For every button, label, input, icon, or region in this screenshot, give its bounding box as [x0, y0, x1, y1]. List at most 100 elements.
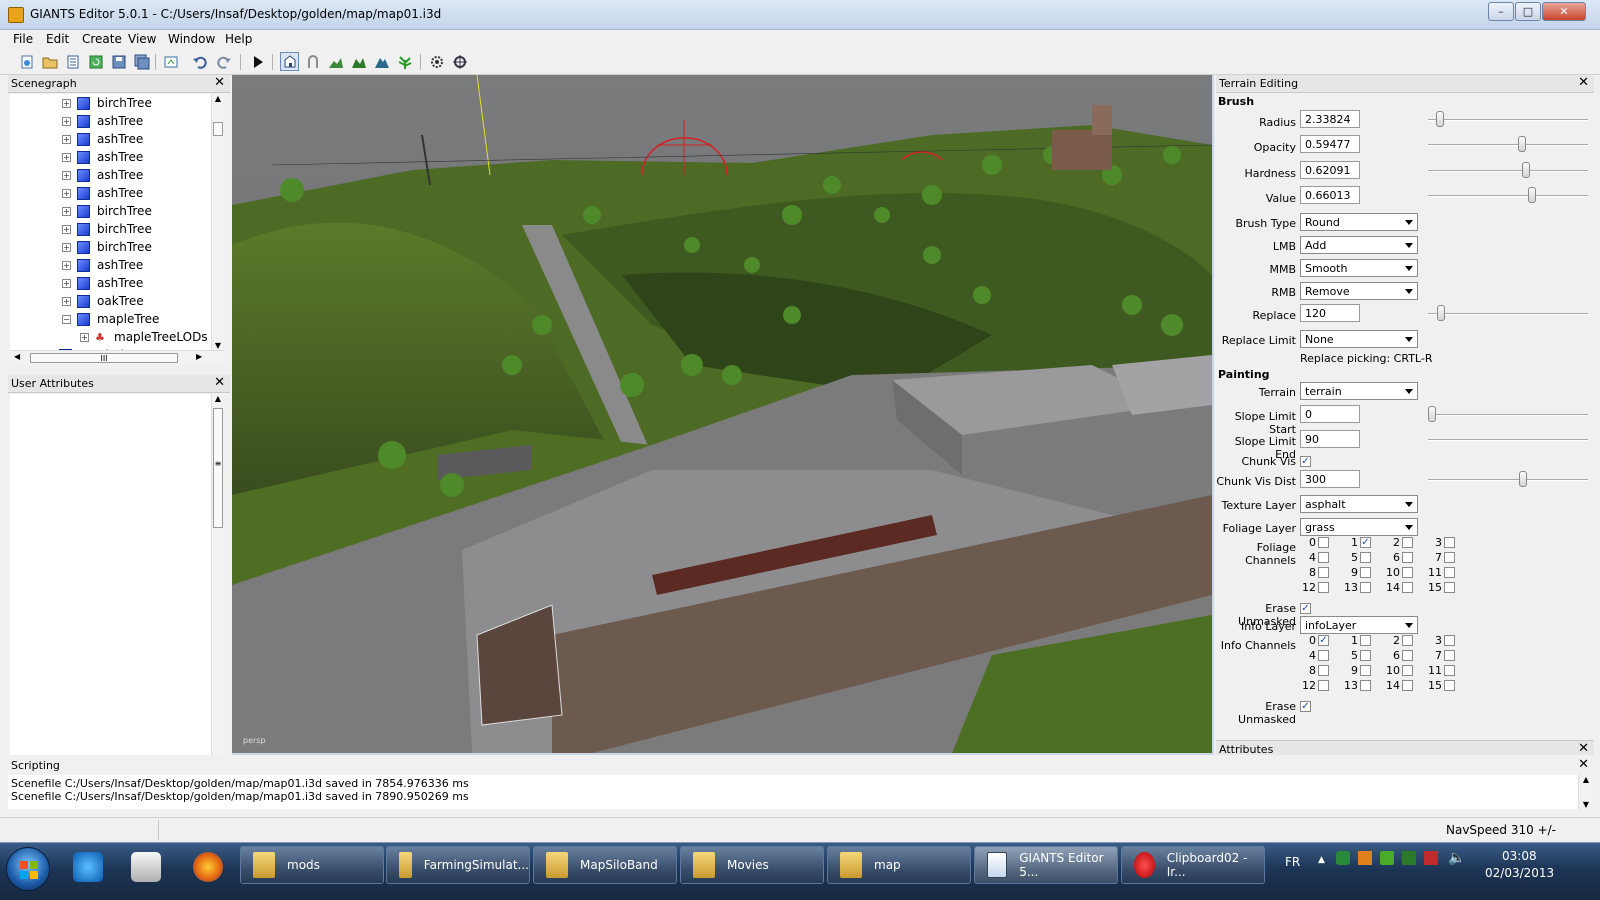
scroll-up-icon[interactable]: ▲	[213, 94, 223, 103]
tree-node[interactable]: + birchTree	[62, 202, 152, 220]
radius-slider[interactable]	[1428, 111, 1588, 127]
slope-limit-start-slider[interactable]	[1428, 406, 1588, 422]
media-player-icon[interactable]	[131, 852, 161, 882]
radius-field[interactable]: 2.33824	[1300, 110, 1360, 128]
terrain-select[interactable]: terrain	[1300, 382, 1418, 400]
move-icon[interactable]	[303, 52, 322, 71]
replace-limit-select[interactable]: None	[1300, 330, 1418, 348]
info-channel-checkbox[interactable]	[1444, 635, 1455, 646]
info-channel-checkbox[interactable]	[1444, 650, 1455, 661]
tray-nvidia-icon[interactable]	[1380, 851, 1394, 865]
expand-icon[interactable]: +	[80, 332, 89, 342]
slider-handle[interactable]	[1436, 111, 1444, 127]
mmb-select[interactable]: Smooth	[1300, 259, 1418, 277]
info-channel-checkbox[interactable]	[1360, 680, 1371, 691]
expand-icon[interactable]: +	[62, 224, 71, 234]
scenegraph-vscrollbar[interactable]: ▲ ▼	[211, 94, 224, 350]
scroll-thumb[interactable]: ≡	[213, 408, 223, 528]
foliage-icon[interactable]	[395, 52, 414, 71]
erase-unmasked-checkbox[interactable]: ✓	[1300, 701, 1311, 712]
slope-limit-end-field[interactable]: 90	[1300, 430, 1360, 448]
taskbar-farmingsimulator[interactable]: FarmingSimulat...	[386, 846, 530, 884]
refresh-icon[interactable]	[86, 52, 105, 71]
scroll-down-icon[interactable]: ▼	[1580, 800, 1592, 809]
firefox-icon[interactable]	[193, 852, 223, 882]
show-hidden-icons-icon[interactable]: ▲	[1318, 855, 1325, 865]
tray-app-icon[interactable]	[1358, 851, 1372, 865]
close-window-button[interactable]: ✕	[1542, 2, 1586, 21]
foliage-channel-checkbox[interactable]	[1444, 567, 1455, 578]
expand-icon[interactable]: +	[62, 152, 71, 162]
scripting-log[interactable]: Scenefile C:/Users/Insaf/Desktop/golden/…	[8, 775, 1578, 809]
info-layer-select[interactable]: infoLayer	[1300, 616, 1418, 634]
menu-view[interactable]: View	[128, 32, 156, 46]
scenegraph-tree[interactable]: + birchTree + ashTree + ashTree + ashTree + a…	[10, 94, 211, 350]
foliage-channel-checkbox[interactable]	[1402, 582, 1413, 593]
user-attributes-vscrollbar[interactable]: ▲ ≡ ▼	[211, 394, 224, 766]
expand-icon[interactable]: +	[62, 278, 71, 288]
tree-node[interactable]: + birchTree	[62, 238, 152, 256]
replace-field[interactable]: 120	[1300, 304, 1360, 322]
menu-edit[interactable]: Edit	[46, 32, 69, 46]
info-channel-checkbox[interactable]	[1360, 650, 1371, 661]
info-channel-checkbox[interactable]	[1360, 665, 1371, 676]
expand-icon[interactable]: +	[62, 170, 71, 180]
foliage-channel-checkbox[interactable]	[1402, 537, 1413, 548]
info-channel-checkbox[interactable]	[1402, 635, 1413, 646]
info-channel-checkbox[interactable]	[1402, 665, 1413, 676]
opacity-slider[interactable]	[1428, 136, 1588, 152]
tree-node[interactable]: + ashTree	[62, 130, 143, 148]
select-icon[interactable]	[280, 52, 299, 71]
tree-node[interactable]: + ashTree	[62, 148, 143, 166]
scroll-up-icon[interactable]: ▲	[1580, 775, 1592, 784]
play-icon[interactable]	[248, 52, 267, 71]
expand-icon[interactable]: +	[62, 134, 71, 144]
slider-handle[interactable]	[1437, 305, 1445, 321]
slider-handle[interactable]	[1519, 471, 1527, 487]
expand-icon[interactable]: +	[62, 116, 71, 126]
slider-handle[interactable]	[1428, 406, 1436, 422]
info-channel-checkbox[interactable]	[1402, 680, 1413, 691]
close-icon[interactable]: ✕	[214, 75, 225, 90]
collapse-icon[interactable]: −	[62, 314, 71, 324]
foliage-channel-checkbox[interactable]	[1402, 567, 1413, 578]
taskbar-map[interactable]: map	[827, 846, 971, 884]
foliage-channel-checkbox[interactable]	[1318, 552, 1329, 563]
info-channel-checkbox[interactable]	[1402, 650, 1413, 661]
info-channel-checkbox[interactable]	[1444, 680, 1455, 691]
foliage-channel-checkbox[interactable]	[1402, 552, 1413, 563]
tree-node[interactable]: + ♣ mapleTreeLODs	[80, 328, 208, 346]
scroll-left-icon[interactable]: ◀	[14, 352, 20, 361]
texture-layer-select[interactable]: asphalt	[1300, 495, 1418, 513]
slope-limit-end-slider[interactable]	[1428, 439, 1588, 441]
scroll-up-icon[interactable]: ▲	[213, 394, 223, 403]
info-channel-checkbox[interactable]	[1318, 680, 1329, 691]
foliage-channel-checkbox[interactable]	[1444, 537, 1455, 548]
maximize-button[interactable]: □	[1515, 2, 1541, 21]
hardness-field[interactable]: 0.62091	[1300, 161, 1360, 179]
minimize-button[interactable]: –	[1488, 2, 1514, 21]
tree-node[interactable]: + ashTree	[62, 256, 143, 274]
scroll-right-icon[interactable]: ▶	[196, 352, 202, 361]
foliage-channel-checkbox[interactable]	[1318, 567, 1329, 578]
redo-icon[interactable]	[214, 52, 233, 71]
chunk-vis-checkbox[interactable]: ✓	[1300, 456, 1311, 467]
foliage-channel-checkbox[interactable]	[1444, 582, 1455, 593]
expand-icon[interactable]: +	[62, 296, 71, 306]
3d-viewport[interactable]: persp	[232, 75, 1212, 753]
new-icon[interactable]	[17, 52, 36, 71]
erase-unmasked-checkbox[interactable]: ✓	[1300, 603, 1311, 614]
tree-node[interactable]: + ashTree	[62, 184, 143, 202]
terrain-smooth-icon[interactable]	[349, 52, 368, 71]
scripting-vscrollbar[interactable]: ▲ ▼	[1578, 775, 1592, 809]
slope-limit-start-field[interactable]: 0	[1300, 405, 1360, 423]
save-all-icon[interactable]	[132, 52, 151, 71]
scroll-thumb[interactable]	[213, 122, 223, 136]
slider-handle[interactable]	[1522, 162, 1530, 178]
foliage-channel-checkbox[interactable]	[1318, 537, 1329, 548]
scenegraph-hscrollbar[interactable]: ◀ III ▶	[10, 350, 224, 364]
tree-node[interactable]: + birchTree	[62, 94, 152, 112]
taskbar-clipboard[interactable]: Clipboard02 - Ir...	[1121, 846, 1265, 884]
menu-file[interactable]: File	[13, 32, 33, 46]
chunk-vis-dist-slider[interactable]	[1428, 471, 1588, 487]
